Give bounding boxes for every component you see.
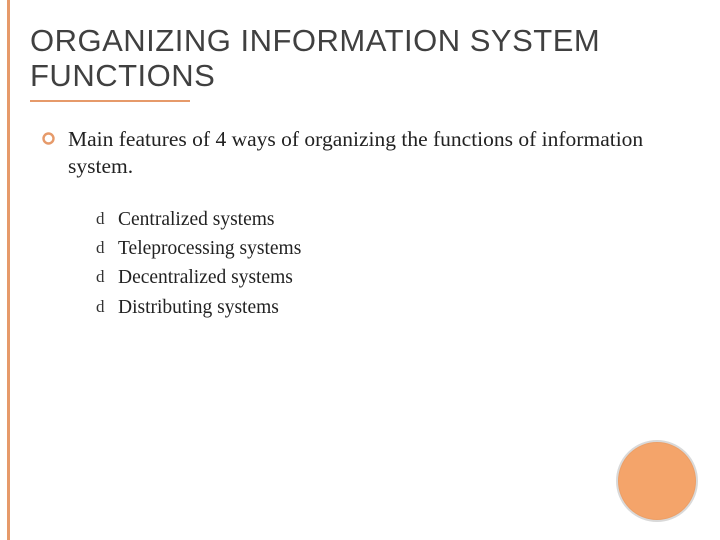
swirl-bullet-icon: d (96, 207, 105, 231)
main-bullet: Main features of 4 ways of organizing th… (46, 126, 665, 180)
sub-item: d Decentralized systems (98, 264, 665, 291)
sub-item-text: Distributing systems (118, 297, 279, 318)
sub-item-text: Decentralized systems (118, 267, 293, 288)
slide: ORGANIZING INFORMATION SYSTEM FUNCTIONS … (0, 0, 720, 540)
slide-title: ORGANIZING INFORMATION SYSTEM FUNCTIONS (30, 24, 690, 93)
sub-item-text: Teleprocessing systems (118, 238, 301, 259)
body-content: Main features of 4 ways of organizing th… (46, 126, 665, 323)
title-underline (30, 100, 190, 102)
swirl-bullet-icon: d (96, 236, 105, 260)
sub-item-text: Centralized systems (118, 209, 275, 230)
sub-item: d Distributing systems (98, 294, 665, 321)
sub-item: d Teleprocessing systems (98, 235, 665, 262)
sub-list: d Centralized systems d Teleprocessing s… (98, 206, 665, 321)
main-point-text: Main features of 4 ways of organizing th… (68, 127, 643, 178)
swirl-bullet-icon: d (96, 265, 105, 289)
swirl-bullet-icon: d (96, 295, 105, 319)
left-accent-rail (7, 0, 10, 540)
sub-item: d Centralized systems (98, 206, 665, 233)
decorative-circle (616, 440, 698, 522)
donut-bullet-icon (42, 132, 55, 150)
